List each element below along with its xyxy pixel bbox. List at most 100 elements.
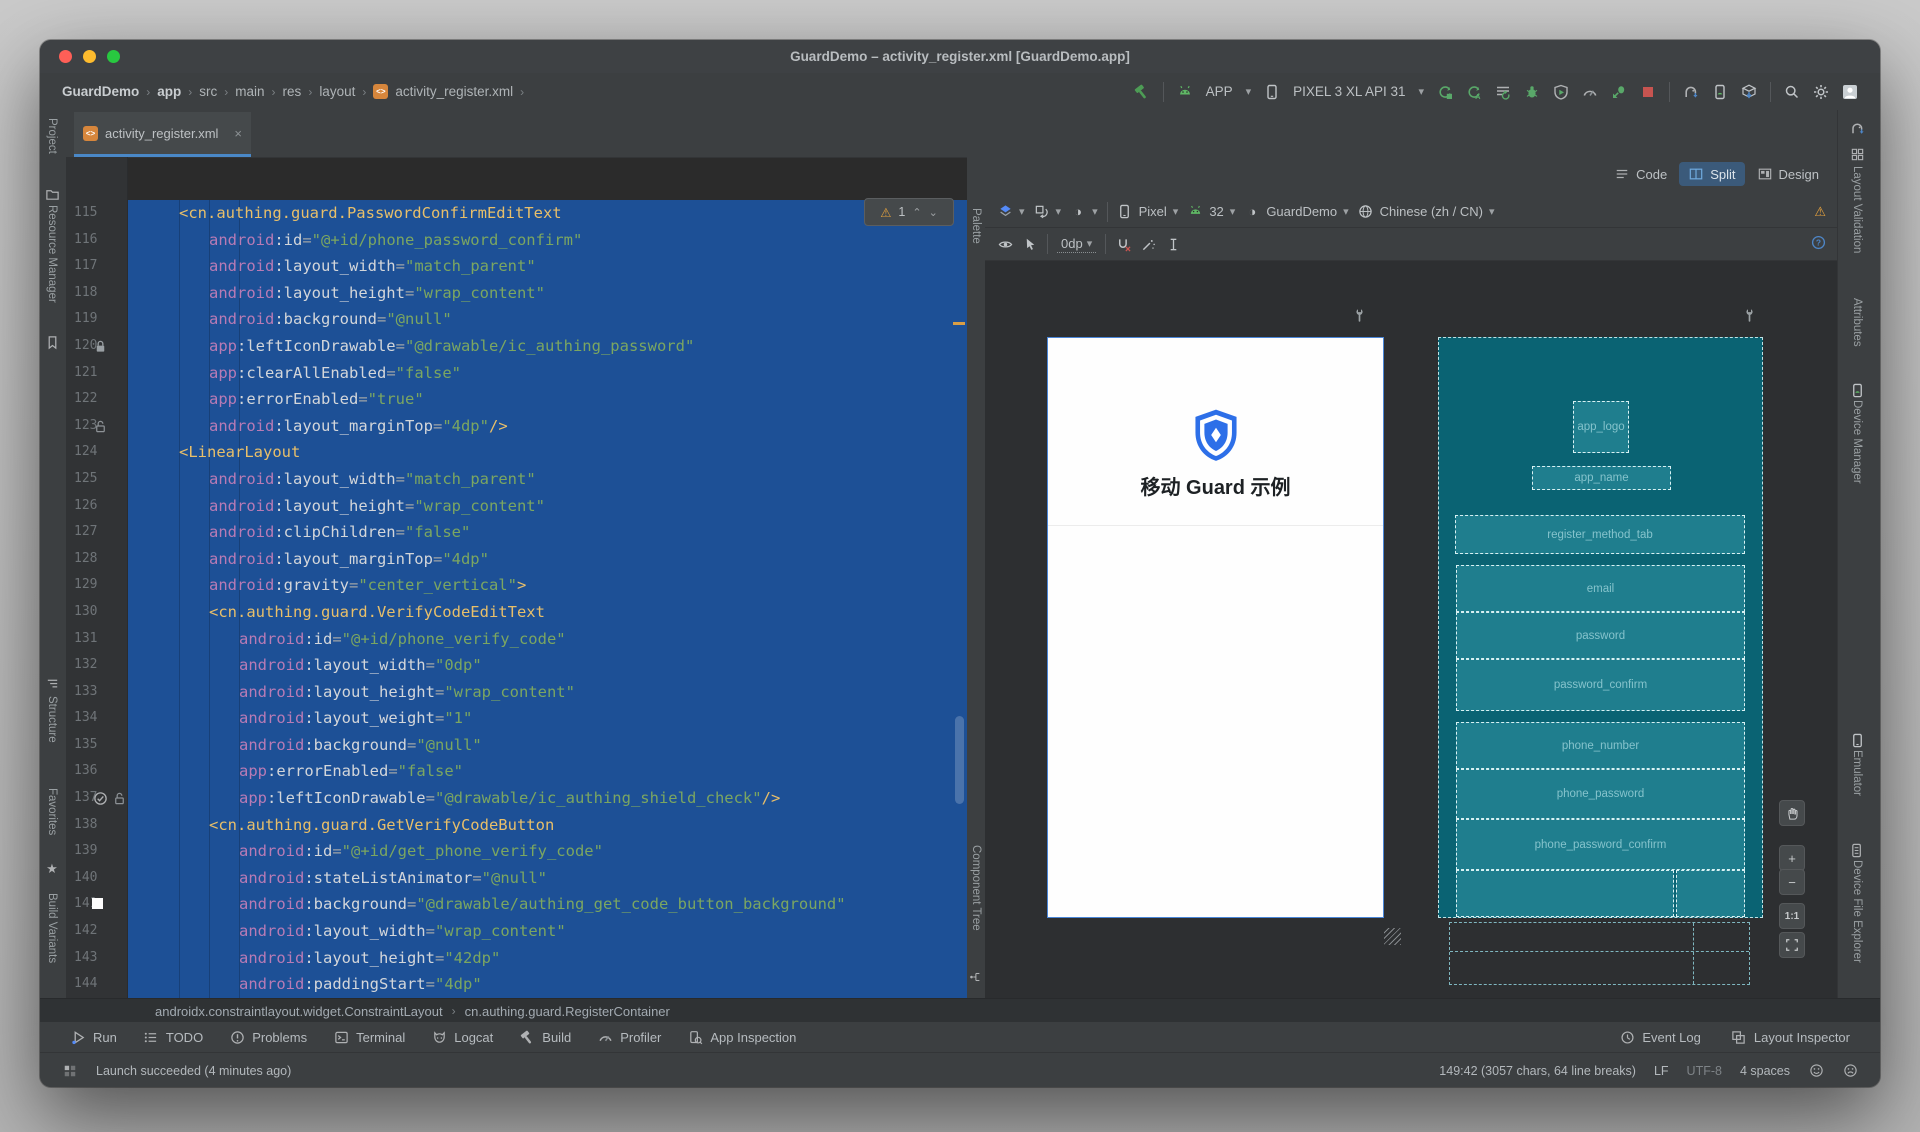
feedback-frown-icon[interactable] — [1842, 1063, 1858, 1079]
blueprint-box[interactable] — [1676, 870, 1745, 917]
blueprint-box-email[interactable]: email — [1456, 565, 1745, 612]
infer-constraints-icon[interactable] — [1140, 236, 1156, 252]
prev-warning-icon[interactable]: ⌃ — [912, 206, 921, 219]
pan-hand-button[interactable] — [1779, 800, 1805, 826]
device-file-explorer-icon[interactable] — [1849, 842, 1865, 858]
gradle-sync-icon[interactable] — [1683, 84, 1699, 100]
indent-setting[interactable]: 4 spaces — [1740, 1064, 1790, 1078]
view-options-icon[interactable] — [997, 236, 1013, 252]
render-warning-icon[interactable]: ⚠ — [1814, 204, 1826, 220]
build-hammer-icon[interactable] — [1134, 84, 1150, 100]
tool-button-build[interactable]: Build — [519, 1029, 571, 1045]
tool-button-structure[interactable]: Structure — [46, 696, 58, 743]
tool-button-component-tree[interactable]: Component Tree — [970, 845, 982, 931]
avatar[interactable] — [1842, 84, 1858, 100]
line-ending[interactable]: LF — [1654, 1064, 1669, 1078]
profile-low-overhead-icon[interactable] — [1553, 84, 1569, 100]
apply-changes-icon[interactable] — [1437, 84, 1453, 100]
tool-button-favorites[interactable]: Favorites — [46, 788, 58, 835]
tool-button-palette[interactable]: Palette — [970, 208, 982, 244]
theme-select[interactable]: ◑ GuardDemo ▾ — [1244, 204, 1348, 220]
error-stripe-mark[interactable] — [953, 322, 965, 325]
pack-icon[interactable] — [1165, 236, 1181, 252]
blueprint-box-register_method_tab[interactable]: register_method_tab — [1455, 515, 1745, 554]
zoom-fit-button[interactable] — [1779, 932, 1805, 958]
zoom-ratio-button[interactable]: 1:1 — [1779, 903, 1805, 929]
color-preview-swatch[interactable] — [92, 896, 108, 912]
tool-button-resource-manager[interactable]: Resource Manager — [46, 205, 58, 303]
blueprint-box-phone_password[interactable]: phone_password — [1456, 769, 1745, 819]
design-preview-phone[interactable]: 移动 Guard 示例 — [1047, 337, 1384, 918]
inspection-widget[interactable]: ⚠ 1 ⌃ ⌄ — [864, 198, 954, 226]
tool-button-attributes[interactable]: Attributes — [1851, 298, 1863, 347]
surface-mode-select[interactable]: ▾ — [997, 204, 1025, 220]
settings-icon[interactable] — [1813, 84, 1829, 100]
design-canvas[interactable]: 移动 Guard 示例 app_logo app_name register_met… — [985, 261, 1838, 998]
tool-button-app-inspection[interactable]: App Inspection — [687, 1029, 796, 1045]
tool-window-switcher-icon[interactable] — [62, 1063, 78, 1079]
tool-button-emulator[interactable]: Emulator — [1851, 750, 1863, 796]
close-tab-icon[interactable]: × — [234, 126, 242, 141]
caret-position[interactable]: 149:42 (3057 chars, 64 line breaks) — [1439, 1064, 1636, 1078]
tool-button-project[interactable]: Project — [46, 118, 58, 154]
feedback-smiley-icon[interactable] — [1808, 1063, 1824, 1079]
help-icon[interactable]: ? — [1811, 235, 1826, 253]
select-tool-icon[interactable] — [1022, 236, 1038, 252]
tab-activity-register-xml[interactable]: <> activity_register.xml × — [74, 112, 251, 154]
profiler-icon[interactable] — [1582, 84, 1598, 100]
blueprint-box-app_name[interactable]: app_name — [1532, 466, 1671, 490]
orientation-select[interactable]: ▾ — [1034, 204, 1061, 220]
clear-constraints-icon[interactable] — [1115, 236, 1131, 252]
tool-button-device-manager[interactable]: Device Manager — [1851, 400, 1863, 484]
locale-select[interactable]: Chinese (zh / CN) ▾ — [1358, 204, 1495, 220]
tool-button-run[interactable]: Run — [70, 1029, 117, 1045]
blueprint-box-phone_password_confirm[interactable]: phone_password_confirm — [1456, 819, 1745, 870]
run-icon[interactable] — [1495, 84, 1511, 100]
tool-button-layout-inspector[interactable]: Layout Inspector — [1731, 1029, 1850, 1045]
apply-code-changes-icon[interactable]: A — [1466, 84, 1482, 100]
blueprint-box-phone_number[interactable]: phone_number — [1456, 722, 1745, 769]
device-icon[interactable] — [1264, 84, 1280, 100]
stop-icon[interactable] — [1640, 84, 1656, 100]
chevron-down-icon[interactable]: ▾ — [1418, 85, 1424, 98]
zoom-out-button[interactable]: − — [1779, 869, 1805, 895]
debug-icon[interactable] — [1524, 84, 1540, 100]
tool-button-logcat[interactable]: Logcat — [431, 1029, 493, 1045]
favorites-star-icon[interactable]: ★ — [44, 860, 60, 876]
blueprint-box-app_logo[interactable]: app_logo — [1573, 401, 1629, 453]
device-select-design[interactable]: Pixel ▾ — [1117, 204, 1178, 220]
folder-icon[interactable] — [44, 186, 60, 202]
wrench-icon[interactable] — [1352, 308, 1367, 323]
next-warning-icon[interactable]: ⌄ — [929, 206, 938, 219]
zoom-in-button[interactable]: + — [1779, 845, 1805, 871]
breadcrumb-item[interactable]: main — [235, 84, 264, 99]
bookmark-icon[interactable] — [44, 334, 60, 350]
code-editor[interactable]: <> activity_register.xml × 115 <cn.authin… — [66, 110, 967, 998]
tool-button-device-file-explorer[interactable]: Device File Explorer — [1851, 860, 1863, 963]
device-manager-tool-icon[interactable] — [1849, 382, 1865, 398]
view-mode-code[interactable]: Code — [1605, 162, 1676, 186]
search-icon[interactable] — [1784, 84, 1800, 100]
tool-button-todo[interactable]: TODO — [143, 1029, 203, 1045]
night-mode-select[interactable]: ◑ ▾ — [1070, 204, 1097, 220]
wrench-icon[interactable] — [1742, 308, 1757, 323]
breadcrumb-item[interactable]: src — [199, 84, 217, 99]
breadcrumb-item-file[interactable]: activity_register.xml — [395, 84, 513, 99]
tool-button-terminal[interactable]: Terminal — [333, 1029, 405, 1045]
tool-button-problems[interactable]: Problems — [229, 1029, 307, 1045]
breadcrumb-item[interactable]: layout — [319, 84, 355, 99]
run-config-select-label[interactable]: APP — [1206, 84, 1233, 99]
blueprint-box[interactable] — [1456, 870, 1674, 917]
chevron-down-icon[interactable]: ▾ — [1246, 85, 1252, 98]
breadcrumb-item[interactable]: app — [157, 84, 181, 99]
view-mode-design[interactable]: Design — [1748, 162, 1828, 186]
structure-icon[interactable] — [44, 676, 60, 692]
android-head-icon[interactable] — [1177, 84, 1193, 100]
file-encoding[interactable]: UTF-8 — [1687, 1064, 1722, 1078]
device-manager-icon[interactable] — [1712, 84, 1728, 100]
api-select[interactable]: 32 ▾ — [1187, 204, 1235, 220]
default-margins-select[interactable]: 0dp ▾ — [1057, 235, 1097, 253]
emulator-icon[interactable] — [1849, 732, 1865, 748]
tool-button-build-variants[interactable]: Build Variants — [46, 893, 58, 963]
device-select-label[interactable]: PIXEL 3 XL API 31 — [1293, 84, 1405, 99]
